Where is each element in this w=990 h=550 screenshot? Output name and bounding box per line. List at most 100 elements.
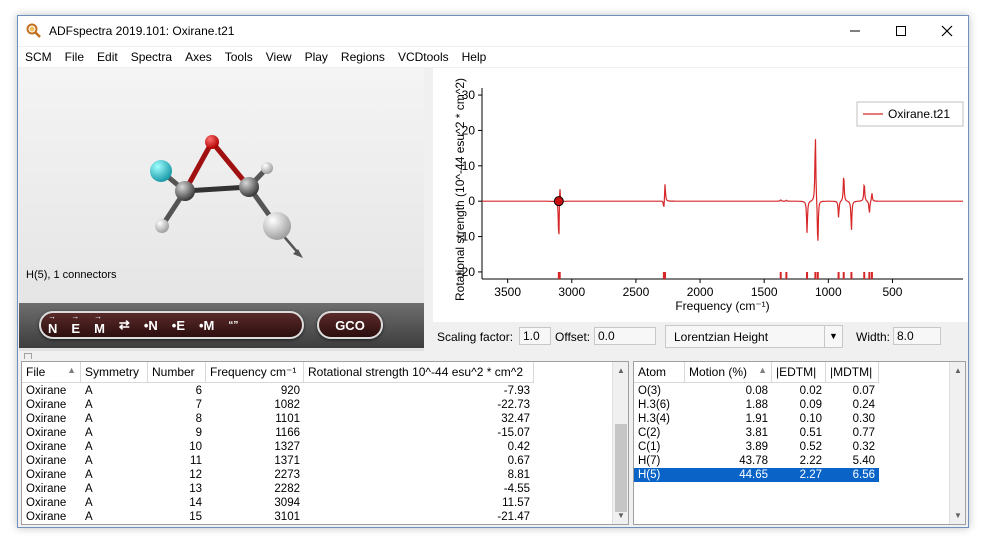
selected-mode-marker[interactable] — [553, 196, 564, 207]
table-cell: A — [85, 427, 93, 439]
menu-view[interactable]: View — [259, 47, 298, 67]
atoms-table-scrollbar[interactable]: ▲ ▼ — [949, 362, 965, 524]
table-row[interactable]: H(5) 44.65 2.27 6.56 — [634, 468, 879, 482]
col-motion[interactable]: Motion (%) ▲ — [685, 362, 772, 383]
table-cell: 1371 — [274, 455, 300, 467]
table-row[interactable]: C(1) 3.89 0.52 0.32 — [634, 440, 879, 454]
atom-c1[interactable] — [175, 181, 195, 201]
table-row[interactable]: H(7) 43.78 2.22 5.40 — [634, 454, 879, 468]
scroll-down-icon[interactable]: ▼ — [613, 507, 628, 524]
atoms-table[interactable]: Atom Motion (%) ▲ |EDTM| |MDTM| O(3) 0.08 0… — [633, 361, 966, 525]
col-atom[interactable]: Atom — [634, 362, 685, 383]
table-cell: 7 — [195, 399, 202, 411]
atom-h5[interactable] — [263, 212, 291, 240]
dot-m-button[interactable]: •M — [192, 318, 221, 333]
table-row[interactable]: Oxirane A 8 1101 32.47 — [22, 412, 534, 426]
dot-e-button[interactable]: •E — [165, 318, 192, 333]
vertical-splitter[interactable] — [425, 68, 432, 351]
close-button[interactable] — [924, 16, 968, 46]
mdtm-button[interactable]: → M — [87, 313, 112, 337]
molecule-drawing[interactable] — [19, 68, 424, 268]
normal-mode-button[interactable]: → N — [41, 313, 64, 337]
scrollbar-thumb[interactable] — [615, 424, 627, 512]
table-cell: 6 — [195, 385, 202, 397]
modes-table-scrollbar[interactable]: ▲ ▼ — [612, 362, 628, 524]
offset-input[interactable] — [594, 327, 656, 345]
table-cell: H.3(4) — [638, 413, 670, 425]
menu-file[interactable]: File — [58, 47, 90, 67]
menu-play[interactable]: Play — [298, 47, 334, 67]
table-row[interactable]: Oxirane A 13 2282 -4.55 — [22, 482, 534, 496]
table-row[interactable]: Oxirane A 14 3094 11.57 — [22, 496, 534, 510]
atom-h[interactable] — [155, 219, 169, 233]
table-cell: H.3(6) — [638, 399, 670, 411]
menu-vcdtools[interactable]: VCDtools — [391, 47, 455, 67]
table-row[interactable]: O(3) 0.08 0.02 0.07 — [634, 384, 879, 398]
menu-bar: SCM File Edit Spectra Axes Tools View Pl… — [18, 47, 968, 67]
app-window: ADFspectra 2019.101: Oxirane.t21 SCM Fil… — [17, 15, 969, 528]
gco-button[interactable]: GCO — [317, 311, 383, 339]
table-row[interactable]: Oxirane A 11 1371 0.67 — [22, 454, 534, 468]
table-row[interactable]: H.3(4) 1.91 0.10 0.30 — [634, 412, 879, 426]
table-cell: A — [85, 469, 93, 481]
table-row[interactable]: Oxirane A 6 920 -7.93 — [22, 384, 534, 398]
atom-c2[interactable] — [239, 177, 259, 197]
swap-arrows-icon[interactable]: ⇄ — [112, 317, 137, 333]
menu-axes[interactable]: Axes — [178, 47, 218, 67]
table-cell: 0.10 — [799, 413, 822, 425]
maximize-button[interactable] — [878, 16, 924, 46]
horizontal-splitter[interactable] — [19, 352, 968, 360]
col-symmetry[interactable]: Symmetry — [81, 362, 148, 383]
col-edtm[interactable]: |EDTM| — [772, 362, 826, 383]
modes-table[interactable]: File ▲ Symmetry Number Frequency cm⁻¹ Rot… — [21, 361, 629, 525]
minimize-button[interactable] — [832, 16, 878, 46]
table-row[interactable]: Oxirane A 12 2273 8.81 — [22, 468, 534, 482]
menu-regions[interactable]: Regions — [334, 47, 391, 67]
table-cell: 12 — [189, 469, 202, 481]
col-rotational-strength[interactable]: Rotational strength 10^-44 esu^2 * cm^2 — [304, 362, 534, 383]
spectrum-chart[interactable]: 30 20 10 0 -10 -20 3500 3000 2500 2000 1500 1000 500… — [433, 68, 969, 322]
width-input[interactable] — [893, 327, 941, 345]
edtm-button[interactable]: → E — [64, 313, 87, 337]
table-row[interactable]: C(2) 3.81 0.51 0.77 — [634, 426, 879, 440]
table-cell: 9 — [195, 427, 202, 439]
spectrum-line[interactable] — [482, 139, 963, 241]
table-row[interactable]: H.3(6) 1.88 0.09 0.24 — [634, 398, 879, 412]
table-cell: 13 — [189, 483, 202, 495]
minimize-icon — [850, 30, 860, 32]
table-cell: Oxirane — [26, 399, 67, 411]
dot-n-button[interactable]: •N — [137, 318, 165, 333]
atom-h[interactable] — [261, 162, 273, 174]
col-mdtm[interactable]: |MDTM| — [826, 362, 879, 383]
scroll-up-icon[interactable]: ▲ — [613, 362, 628, 379]
table-row[interactable]: Oxirane A 15 3101 -21.47 — [22, 510, 534, 524]
atom-o[interactable] — [205, 135, 219, 149]
atoms-table-header: Atom Motion (%) ▲ |EDTM| |MDTM| — [634, 362, 879, 383]
table-row[interactable]: Oxirane A 9 1166 -15.07 — [22, 426, 534, 440]
col-number[interactable]: Number — [148, 362, 206, 383]
col-file[interactable]: File ▲ — [22, 362, 81, 383]
chevron-down-icon[interactable]: ▼ — [824, 326, 842, 347]
atom-selected-h[interactable] — [150, 160, 172, 182]
scroll-down-icon[interactable]: ▼ — [950, 507, 965, 524]
table-cell: Oxirane — [26, 455, 67, 467]
col-frequency[interactable]: Frequency cm⁻¹ — [206, 362, 304, 383]
menu-edit[interactable]: Edit — [90, 47, 124, 67]
scroll-up-icon[interactable]: ▲ — [950, 362, 965, 379]
table-row[interactable]: Oxirane A 10 1327 0.42 — [22, 440, 534, 454]
menu-spectra[interactable]: Spectra — [124, 47, 178, 67]
table-cell: -15.07 — [497, 427, 530, 439]
x-tick-label: 2500 — [623, 285, 650, 299]
lineshape-select[interactable]: Lorentzian Height ▼ — [665, 325, 843, 348]
table-row[interactable]: Oxirane A 7 1082 -22.73 — [22, 398, 534, 412]
menu-tools[interactable]: Tools — [218, 47, 259, 67]
table-cell: 11 — [190, 455, 202, 467]
table-cell: 10 — [189, 441, 202, 453]
menu-help[interactable]: Help — [455, 47, 493, 67]
table-cell: 2282 — [274, 483, 300, 495]
menu-scm[interactable]: SCM — [18, 47, 58, 67]
scaling-factor-input[interactable] — [519, 327, 551, 345]
splitter-handle-icon — [24, 353, 32, 359]
quote-icon[interactable]: “” — [221, 320, 245, 331]
spectrum-svg[interactable]: 3020100-10-203500 3000 2500 2000 1500 1000 500… — [433, 68, 969, 322]
